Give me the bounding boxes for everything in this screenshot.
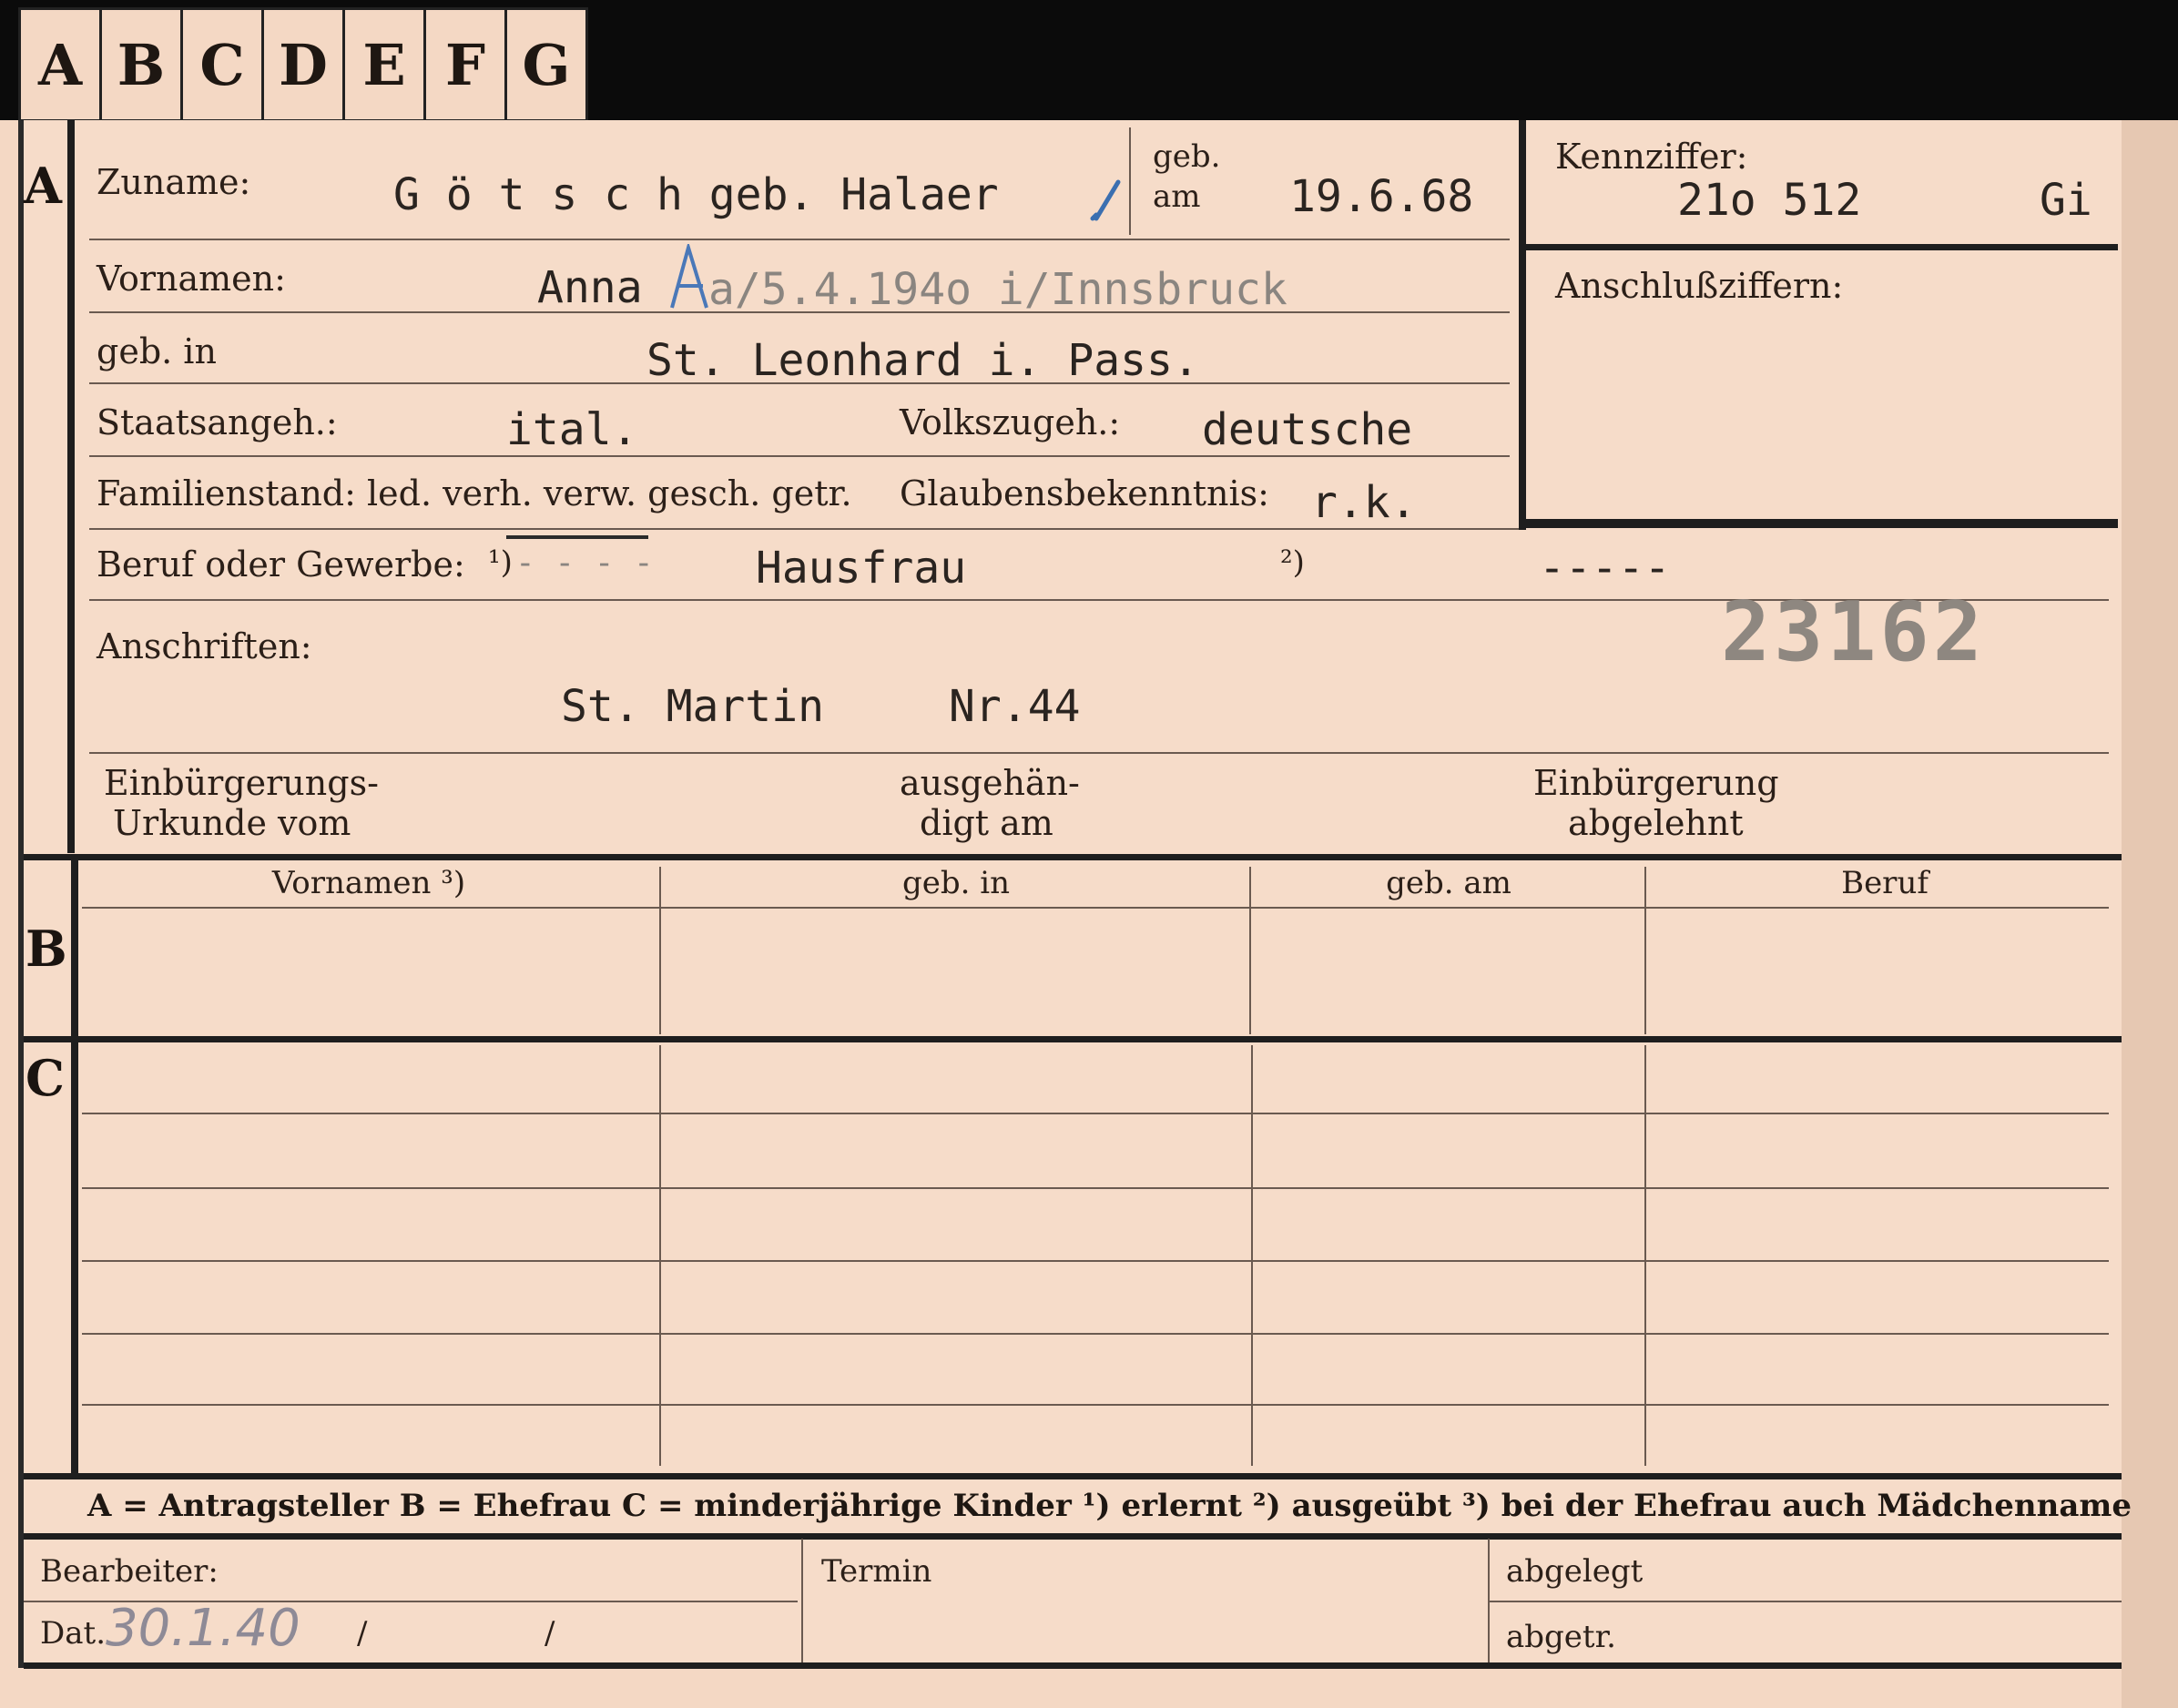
vornamen-label: Vornamen: — [97, 259, 286, 299]
geb-am-label-1: geb. — [1153, 138, 1221, 175]
correction-mark-icon — [668, 240, 710, 313]
einbuergerung-abgelehnt-label-2: abgelehnt — [1568, 803, 1744, 843]
bearbeiter-label: Bearbeiter: — [40, 1553, 219, 1590]
col-header-geb-am: geb. am — [1386, 865, 1511, 901]
familienstand-label: Familienstand: led. verh. verw. gesch. g… — [97, 473, 852, 513]
index-tabs: A B C D E F G — [18, 7, 588, 122]
vornamen-note: a/5.4.194o i/Innsbruck — [708, 264, 1287, 315]
beruf-footnote-1: ¹) — [488, 544, 513, 581]
section-a-divider — [67, 120, 75, 853]
geb-am-value: 19.6.68 — [1289, 171, 1474, 222]
glaubens-label: Glaubensbekenntnis: — [900, 473, 1269, 513]
staatsangeh-value: ital. — [506, 404, 638, 455]
section-b-top — [24, 854, 2122, 860]
beruf-dash-2: ----- — [1539, 543, 1671, 594]
strike-line — [506, 535, 648, 539]
volkszugeh-label: Volkszugeh.: — [900, 402, 1121, 442]
einbuergerung-abgelehnt-label-1: Einbürgerung — [1533, 763, 1779, 803]
section-b-divider — [71, 858, 78, 1036]
tab-f[interactable]: F — [426, 10, 507, 119]
section-c-letter: C — [25, 1049, 65, 1107]
dat-handwritten: 30.1.40 — [106, 1599, 300, 1658]
geb-am-label-2: am — [1153, 178, 1201, 215]
ausgehaendigt-label-2: digt am — [920, 803, 1053, 843]
kennziffer-box-bottom — [1519, 519, 2118, 528]
beruf-dash-1: - - - - — [515, 544, 654, 582]
abgelegt-label: abgelegt — [1506, 1553, 1644, 1590]
section-c-top — [24, 1036, 2122, 1042]
section-c-divider — [71, 1042, 78, 1475]
abgetr-label: abgetr. — [1506, 1619, 1616, 1655]
dat-slash-2: / — [544, 1615, 555, 1652]
section-b-letter: B — [25, 920, 67, 978]
tab-c[interactable]: C — [183, 10, 264, 119]
tab-e[interactable]: E — [345, 10, 426, 119]
kennziffer-divider — [1519, 244, 2118, 250]
card-bottom — [24, 1662, 2122, 1669]
geb-am-separator — [1129, 127, 1131, 235]
staatsangeh-label: Staatsangeh.: — [97, 402, 338, 442]
ausgehaendigt-label-1: ausgehän- — [900, 763, 1080, 803]
einbuergerung-urkunde-label-2: Urkunde vom — [113, 803, 351, 843]
geb-in-label: geb. in — [97, 331, 217, 371]
legend-top — [24, 1473, 2122, 1479]
kennziffer-suffix: Gi — [2040, 175, 2092, 226]
stamp-number: 23162 — [1721, 585, 1986, 680]
kennziffer-value: 21o 512 — [1677, 175, 1862, 226]
anschlussziffern-label: Anschlußziffern: — [1555, 266, 1844, 306]
einbuergerung-urkunde-label-1: Einbürgerungs- — [104, 763, 379, 803]
section-a-letter: A — [24, 157, 62, 215]
beruf-value: Hausfrau — [756, 543, 967, 594]
vornamen-value: Anna — [537, 262, 643, 313]
col-header-vornamen: Vornamen ³) — [271, 865, 466, 901]
tab-d[interactable]: D — [264, 10, 345, 119]
beruf-footnote-2: ²) — [1280, 544, 1305, 581]
anschriften-label: Anschriften: — [97, 626, 312, 666]
beruf-label: Beruf oder Gewerbe: — [97, 544, 465, 585]
legend-text: A = Antragsteller B = Ehefrau C = minder… — [87, 1488, 2132, 1524]
geb-in-value: St. Leonhard i. Pass. — [646, 335, 1199, 386]
zuname-label: Zuname: — [97, 162, 251, 202]
zuname-value: G ö t s c h geb. Halaer — [393, 169, 999, 220]
col-header-beruf: Beruf — [1841, 865, 1929, 901]
kennziffer-label: Kennziffer: — [1555, 137, 1748, 177]
tab-a[interactable]: A — [21, 10, 102, 119]
kennziffer-box-left — [1519, 120, 1526, 530]
tab-g[interactable]: G — [507, 10, 585, 119]
col-header-geb-in: geb. in — [901, 865, 1011, 901]
volkszugeh-value: deutsche — [1202, 404, 1413, 455]
termin-label: Termin — [821, 1553, 932, 1590]
anschrift-ort: St. Martin — [561, 681, 824, 732]
dat-slash-1: / — [357, 1615, 368, 1652]
anschrift-nr: Nr.44 — [949, 681, 1081, 732]
glaubens-value: r.k. — [1311, 477, 1417, 528]
card-edge — [2122, 120, 2178, 1708]
legend-bottom — [24, 1533, 2122, 1540]
checkmark-icon — [1089, 178, 1122, 224]
dat-label: Dat. — [40, 1615, 107, 1652]
tab-b[interactable]: B — [102, 10, 183, 119]
